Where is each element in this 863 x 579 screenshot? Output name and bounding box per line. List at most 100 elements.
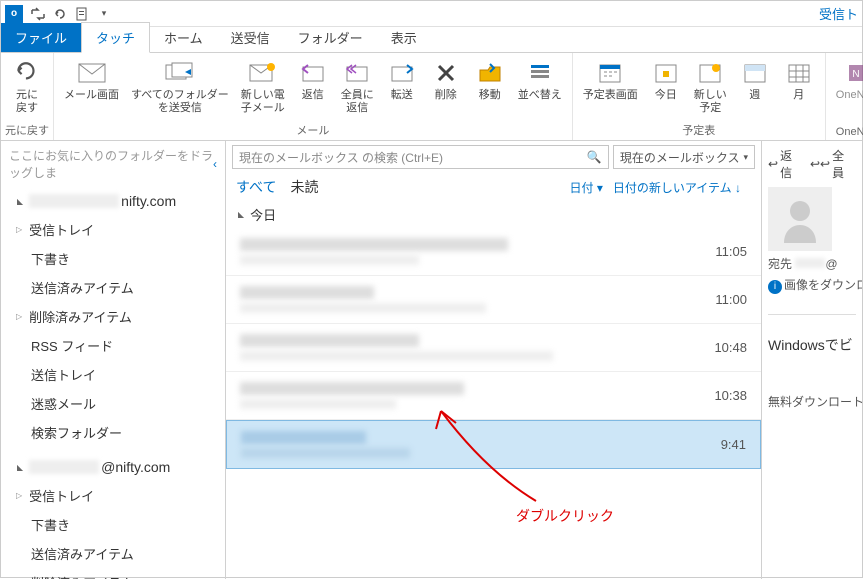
message-row-selected[interactable]: 9:41 <box>226 420 761 469</box>
newmail-button[interactable]: 新しい電 子メール <box>235 55 291 120</box>
calendar-icon <box>598 57 622 89</box>
reply-icon: ↩ <box>768 157 778 171</box>
mailscreen-button[interactable]: メール画面 <box>58 55 125 120</box>
sent-2[interactable]: 送信済みアイテム <box>1 539 225 568</box>
group-onenote-label: OneNote <box>830 124 863 140</box>
rss-1[interactable]: RSS フィード <box>1 331 225 360</box>
search-input[interactable]: 現在のメールボックス の検索 (Ctrl+E) 🔍 <box>232 145 609 169</box>
reply-icon <box>300 57 326 89</box>
sort-by-date[interactable]: 日付 ▾ <box>569 179 602 196</box>
today-button[interactable]: 今日 <box>644 55 688 120</box>
search-1[interactable]: 検索フォルダー <box>1 418 225 447</box>
sort-order[interactable]: 日付の新しいアイテム ↓ <box>613 179 741 196</box>
onenote-button[interactable]: N OneNote <box>830 55 863 124</box>
message-time: 10:38 <box>687 388 747 403</box>
sent-1[interactable]: 送信済みアイテム <box>1 273 225 302</box>
ribbon-tabs: ファイル タッチ ホーム 送受信 フォルダー 表示 <box>1 27 862 53</box>
move-icon <box>478 57 502 89</box>
account-1-name-redacted <box>29 194 119 208</box>
to-line: 宛先 @ <box>768 255 856 272</box>
message-row[interactable]: 11:00 <box>226 276 761 324</box>
newmail-icon <box>249 57 277 89</box>
message-row[interactable]: 10:48 <box>226 324 761 372</box>
delete-icon <box>435 57 457 89</box>
month-icon <box>787 57 811 89</box>
calview-button[interactable]: 予定表画面 <box>577 55 644 120</box>
forward-icon <box>389 57 415 89</box>
sort-button[interactable]: 並べ替え <box>512 55 568 120</box>
message-row[interactable]: 11:05 <box>226 228 761 276</box>
message-preview-redacted <box>240 382 687 409</box>
message-list-pane: 現在のメールボックス の検索 (Ctrl+E) 🔍 現在のメールボックス ▾ す… <box>226 141 762 579</box>
replyall-icon <box>344 57 370 89</box>
junk-1[interactable]: 迷惑メール <box>1 389 225 418</box>
account-2-name-redacted <box>29 460 99 474</box>
reply-button[interactable]: 返信 <box>291 55 335 120</box>
window-title: 受信ト <box>819 4 858 23</box>
week-button[interactable]: 週 <box>733 55 777 120</box>
svg-text:N: N <box>852 69 859 80</box>
message-time: 10:48 <box>687 340 747 355</box>
message-preview-redacted <box>240 334 687 361</box>
tab-folder[interactable]: フォルダー <box>284 23 377 52</box>
message-time: 9:41 <box>686 437 746 452</box>
tab-view[interactable]: 表示 <box>377 23 431 52</box>
forward-button[interactable]: 転送 <box>380 55 424 120</box>
deleted-2[interactable]: 削除済みアイテム <box>1 568 225 579</box>
message-preview-redacted <box>241 431 686 458</box>
sendrecv-icon <box>165 57 195 89</box>
undo-icon <box>14 57 40 89</box>
replyall-button[interactable]: 全員に 返信 <box>335 55 380 120</box>
onenote-icon: N <box>846 57 863 89</box>
replyall-icon: ↩↩ <box>810 157 830 171</box>
qat-sendrecv-icon[interactable] <box>27 3 49 25</box>
chevron-down-icon: ▾ <box>743 152 748 163</box>
account-1[interactable]: nifty.com <box>1 187 225 215</box>
drafts-1[interactable]: 下書き <box>1 244 225 273</box>
move-button[interactable]: 移動 <box>468 55 512 120</box>
outbox-1[interactable]: 送信トレイ <box>1 360 225 389</box>
message-row[interactable]: 10:38 <box>226 372 761 420</box>
tab-file[interactable]: ファイル <box>1 23 81 52</box>
allfolders-button[interactable]: すべてのフォルダー を送受信 <box>125 55 235 120</box>
message-preview-redacted <box>240 286 687 313</box>
reading-pane: ↩返信 ↩↩全員 宛先 @ i画像をダウンロー Windowsでビ 無料ダウンロ… <box>762 141 862 579</box>
inbox-1[interactable]: 受信トレイ <box>1 215 225 244</box>
newappt-icon <box>698 57 722 89</box>
deleted-1[interactable]: 削除済みアイテム <box>1 302 225 331</box>
filter-unread[interactable]: 未読 <box>290 177 318 197</box>
delete-button[interactable]: 削除 <box>424 55 468 120</box>
search-scope-dropdown[interactable]: 現在のメールボックス ▾ <box>613 145 755 169</box>
chevron-left-icon[interactable]: ‹ <box>213 157 217 171</box>
download-images[interactable]: i画像をダウンロー <box>768 276 856 294</box>
envelope-icon <box>78 57 106 89</box>
account-2[interactable]: @nifty.com <box>1 453 225 481</box>
tab-touch[interactable]: タッチ <box>81 22 150 53</box>
message-time: 11:00 <box>687 292 747 307</box>
undo-button[interactable]: 元に 戻す <box>5 55 49 120</box>
tab-home[interactable]: ホーム <box>150 23 217 52</box>
sort-icon <box>529 57 551 89</box>
group-undo-label: 元に戻す <box>5 120 49 140</box>
folder-nav: ここにお気に入りのフォルダーをドラッグしま ‹ nifty.com 受信トレイ … <box>1 141 226 579</box>
ribbon: 元に 戻す 元に戻す メール画面 すべてのフォルダー を送受信 新しい電 子メー… <box>1 53 862 141</box>
today-icon <box>654 57 678 89</box>
drafts-2[interactable]: 下書き <box>1 510 225 539</box>
group-today[interactable]: 今日 <box>226 201 761 228</box>
newappt-button[interactable]: 新しい 予定 <box>688 55 733 120</box>
body-line-2: 無料ダウンロート <box>768 393 856 410</box>
message-preview-redacted <box>240 238 687 265</box>
info-icon: i <box>768 280 782 294</box>
undo-icon[interactable] <box>49 3 71 25</box>
month-button[interactable]: 月 <box>777 55 821 120</box>
inbox-2[interactable]: 受信トレイ <box>1 481 225 510</box>
reading-reply[interactable]: ↩返信 <box>768 147 804 181</box>
search-icon[interactable]: 🔍 <box>587 150 602 164</box>
favorites-hint: ここにお気に入りのフォルダーをドラッグしま ‹ <box>1 141 225 187</box>
reading-replyall[interactable]: ↩↩全員 <box>810 147 856 181</box>
sender-avatar <box>768 187 832 251</box>
tab-sendrecv[interactable]: 送受信 <box>217 23 284 52</box>
message-time: 11:05 <box>687 244 747 259</box>
filter-all[interactable]: すべて <box>236 177 276 197</box>
week-icon <box>743 57 767 89</box>
